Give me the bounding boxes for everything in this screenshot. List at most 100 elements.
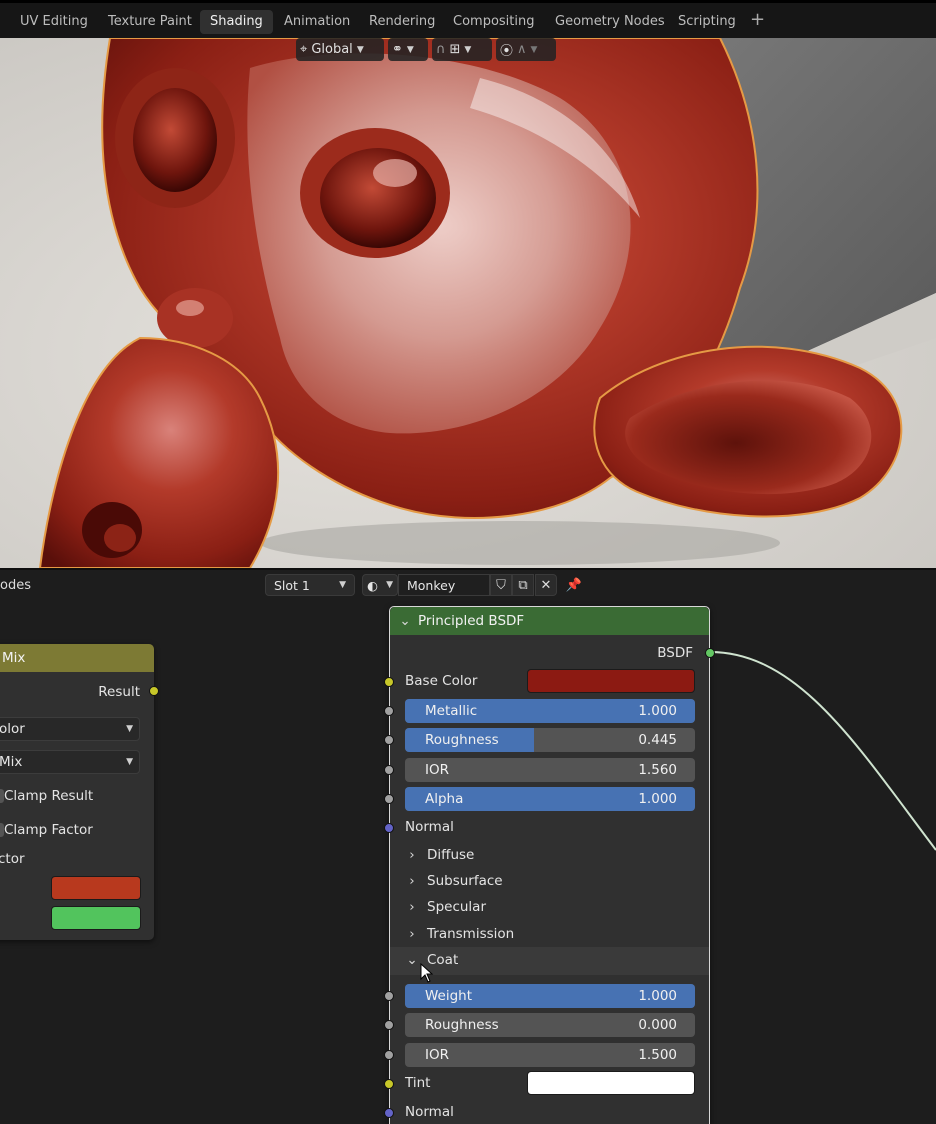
panel-transmission[interactable]: › Transmission: [405, 926, 514, 942]
proportional-editing-group[interactable]: ⦿ ∧ ▼: [496, 38, 556, 61]
chevron-down-icon: ▼: [126, 724, 133, 734]
coat-weight-slider[interactable]: Weight 1.000: [405, 984, 695, 1008]
blend-mode-dropdown[interactable]: Mix ▼: [0, 750, 140, 774]
transform-orientation-dropdown[interactable]: ⌖ Global ▼: [296, 38, 384, 61]
coat-roughness-slider[interactable]: Roughness 0.000: [405, 1013, 695, 1037]
orientation-icon: ⌖: [300, 42, 308, 57]
coat-roughness-label: Roughness: [425, 1017, 499, 1033]
chevron-right-icon: ›: [409, 847, 415, 863]
chevron-down-icon: ▼: [126, 757, 133, 767]
tab-compositing[interactable]: Compositing: [443, 10, 545, 34]
data-type-label: olor: [0, 721, 25, 737]
node-editor-header: odes Slot 1 ▼ ◐ ▼ Monkey ⛉ ⧉ ✕ 📌: [0, 574, 936, 600]
material-slot-dropdown[interactable]: Slot 1 ▼: [265, 574, 355, 596]
chevron-down-icon: ▼: [356, 44, 364, 55]
metallic-slider[interactable]: Metallic 1.000: [405, 699, 695, 723]
snapping-group[interactable]: ∩ ⊞ ▼: [432, 38, 492, 61]
coat-tint-swatch[interactable]: [527, 1071, 695, 1095]
metallic-value: 1.000: [638, 703, 677, 719]
metallic-socket[interactable]: [384, 706, 394, 716]
chevron-down-icon: ⌄: [406, 952, 418, 968]
panel-subsurface[interactable]: › Subsurface: [405, 873, 503, 889]
clamp-result-label: Clamp Result: [4, 788, 94, 804]
unlink-close-icon[interactable]: ✕: [535, 574, 557, 596]
coat-ior-field[interactable]: IOR 1.500: [405, 1043, 695, 1067]
coat-normal-label: Normal: [405, 1104, 454, 1120]
coat-tint-socket[interactable]: [384, 1079, 394, 1089]
orientation-label: Global: [311, 42, 353, 57]
panel-transmission-label: Transmission: [427, 926, 515, 942]
coat-weight-value: 1.000: [638, 988, 677, 1004]
tab-uv-editing[interactable]: UV Editing: [10, 10, 98, 34]
ior-label: IOR: [425, 762, 449, 778]
panel-diffuse-label: Diffuse: [427, 847, 475, 863]
mix-node-header[interactable]: Mix: [0, 644, 154, 672]
data-type-dropdown[interactable]: olor ▼: [0, 717, 140, 741]
tab-geometry-nodes[interactable]: Geometry Nodes: [545, 10, 675, 34]
color-b-swatch[interactable]: [51, 906, 141, 930]
mix-node[interactable]: Mix Result olor ▼ Mix ▼ Clamp Result Cla…: [0, 644, 159, 940]
color-a-swatch[interactable]: [51, 876, 141, 900]
chevron-right-icon: ›: [409, 899, 415, 915]
add-workspace-icon[interactable]: +: [740, 8, 775, 32]
tab-shading[interactable]: Shading: [200, 10, 273, 34]
factor-label: ctor: [0, 851, 25, 867]
material-sphere-icon: ◐: [367, 577, 378, 593]
shader-node-editor[interactable]: odes Slot 1 ▼ ◐ ▼ Monkey ⛉ ⧉ ✕ 📌 Mix Res…: [0, 568, 936, 1124]
base-color-swatch[interactable]: [527, 669, 695, 693]
3d-viewport[interactable]: ⌖ Global ▼ ⚭ ▼ ∩ ⊞ ▼ ⦿ ∧ ▼: [0, 38, 936, 568]
coat-tint-label: Tint: [405, 1075, 431, 1091]
clamp-factor-label: Clamp Factor: [4, 822, 93, 838]
bsdf-output-label: BSDF: [657, 645, 693, 661]
normal-label: Normal: [405, 819, 454, 835]
tab-scripting[interactable]: Scripting: [668, 10, 746, 34]
alpha-socket[interactable]: [384, 794, 394, 804]
pivot-icon: ⚭: [392, 42, 403, 57]
pivot-point-dropdown[interactable]: ⚭ ▼: [388, 38, 428, 61]
result-output-socket[interactable]: [149, 686, 159, 696]
roughness-socket[interactable]: [384, 735, 394, 745]
falloff-icon: ∧: [517, 42, 527, 57]
chevron-right-icon: ›: [409, 873, 415, 889]
roughness-value: 0.445: [638, 732, 677, 748]
base-color-socket[interactable]: [384, 677, 394, 687]
pin-icon[interactable]: 📌: [563, 574, 585, 596]
coat-roughness-socket[interactable]: [384, 1020, 394, 1030]
snap-increment-icon: ⊞: [449, 42, 461, 57]
panel-specular[interactable]: › Specular: [405, 899, 486, 915]
chevron-down-icon: ▼: [464, 44, 472, 55]
coat-weight-socket[interactable]: [384, 991, 394, 1001]
material-browse-button[interactable]: ◐ ▼: [362, 574, 398, 596]
alpha-value: 1.000: [638, 791, 677, 807]
coat-ior-label: IOR: [425, 1047, 449, 1063]
bsdf-output-socket[interactable]: [705, 648, 715, 658]
mix-output-result: Result: [98, 684, 140, 700]
slot-label: Slot 1: [274, 577, 310, 593]
magnet-icon: ∩: [436, 42, 446, 57]
workspace-tabs-bar: UV Editing Texture Paint Shading Animati…: [0, 0, 936, 38]
chevron-down-icon: ▼: [406, 44, 414, 55]
coat-roughness-value: 0.000: [638, 1017, 677, 1033]
proportional-edit-icon: ⦿: [500, 44, 514, 59]
duplicate-material-icon[interactable]: ⧉: [512, 574, 534, 596]
ior-value: 1.560: [638, 762, 677, 778]
panel-diffuse[interactable]: › Diffuse: [405, 847, 474, 863]
principled-bsdf-node[interactable]: ⌄ Principled BSDF BSDF Base Color Metall…: [384, 606, 715, 1124]
collapse-chevron-icon[interactable]: ⌄: [398, 613, 412, 629]
roughness-label: Roughness: [425, 732, 499, 748]
alpha-slider[interactable]: Alpha 1.000: [405, 787, 695, 811]
fake-user-shield-icon[interactable]: ⛉: [490, 574, 512, 596]
coat-ior-socket[interactable]: [384, 1050, 394, 1060]
material-name-field[interactable]: Monkey: [398, 574, 490, 596]
bsdf-node-header[interactable]: ⌄ Principled BSDF: [390, 607, 709, 635]
coat-normal-socket[interactable]: [384, 1108, 394, 1118]
panel-subsurface-label: Subsurface: [427, 873, 503, 889]
tab-rendering[interactable]: Rendering: [359, 10, 445, 34]
roughness-slider[interactable]: Roughness 0.445: [405, 728, 695, 752]
tab-animation[interactable]: Animation: [274, 10, 360, 34]
ior-socket[interactable]: [384, 765, 394, 775]
ior-field[interactable]: IOR 1.560: [405, 758, 695, 782]
coat-weight-label: Weight: [425, 988, 473, 1004]
tab-texture-paint[interactable]: Texture Paint: [98, 10, 202, 34]
normal-socket[interactable]: [384, 823, 394, 833]
